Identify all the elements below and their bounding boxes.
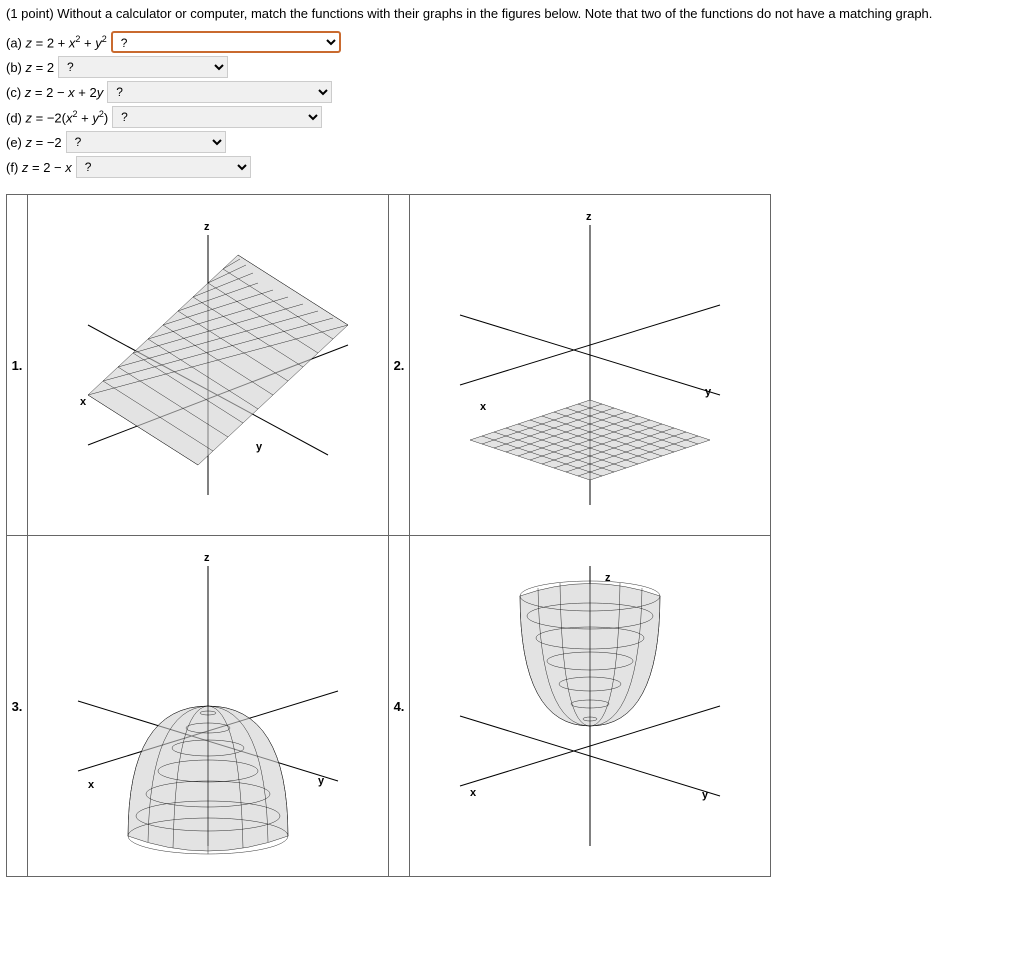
item-c-row: (c) z = 2 − x + 2y ? bbox=[6, 81, 1018, 103]
svg-text:z: z bbox=[586, 211, 592, 223]
svg-text:x: x bbox=[470, 787, 477, 799]
item-f-label: (f) z = 2 − x bbox=[6, 160, 72, 175]
figure-3-number: 3. bbox=[7, 536, 28, 877]
item-d-select[interactable]: ? bbox=[112, 106, 322, 128]
item-b-label: (b) z = 2 bbox=[6, 60, 54, 75]
question-text: (1 point) Without a calculator or comput… bbox=[6, 6, 1018, 21]
svg-text:x: x bbox=[480, 401, 487, 413]
item-d-row: (d) z = −2(x2 + y2) ? bbox=[6, 106, 1018, 128]
svg-text:y: y bbox=[702, 789, 709, 801]
item-b-select[interactable]: ? bbox=[58, 56, 228, 78]
svg-text:z: z bbox=[605, 572, 611, 584]
item-e-label: (e) z = −2 bbox=[6, 135, 62, 150]
item-c-label: (c) z = 2 − x + 2y bbox=[6, 85, 103, 100]
figures-table: 1. z x y bbox=[6, 194, 771, 877]
item-f-select[interactable]: ? bbox=[76, 156, 251, 178]
item-e-select[interactable]: ? bbox=[66, 131, 226, 153]
svg-text:z: z bbox=[204, 552, 210, 564]
figure-4-number: 4. bbox=[389, 536, 410, 877]
svg-text:z: z bbox=[204, 221, 210, 233]
item-a-select[interactable]: ? bbox=[111, 31, 341, 53]
svg-text:x: x bbox=[88, 779, 95, 791]
figure-1-number: 1. bbox=[7, 195, 28, 536]
figure-2-graph: z x y bbox=[410, 195, 771, 536]
svg-text:y: y bbox=[256, 441, 263, 453]
item-d-label: (d) z = −2(x2 + y2) bbox=[6, 109, 108, 125]
svg-text:x: x bbox=[80, 396, 87, 408]
figure-4-graph: z x y bbox=[410, 536, 771, 877]
item-a-label: (a) z = 2 + x2 + y2 bbox=[6, 34, 107, 50]
item-f-row: (f) z = 2 − x ? bbox=[6, 156, 1018, 178]
figure-3-graph: z x y bbox=[28, 536, 389, 877]
item-a-row: (a) z = 2 + x2 + y2 ? bbox=[6, 31, 1018, 53]
figure-1-graph: z x y bbox=[28, 195, 389, 536]
svg-text:y: y bbox=[318, 775, 325, 787]
svg-text:y: y bbox=[705, 386, 712, 398]
item-e-row: (e) z = −2 ? bbox=[6, 131, 1018, 153]
item-b-row: (b) z = 2 ? bbox=[6, 56, 1018, 78]
figure-2-number: 2. bbox=[389, 195, 410, 536]
item-c-select[interactable]: ? bbox=[107, 81, 332, 103]
